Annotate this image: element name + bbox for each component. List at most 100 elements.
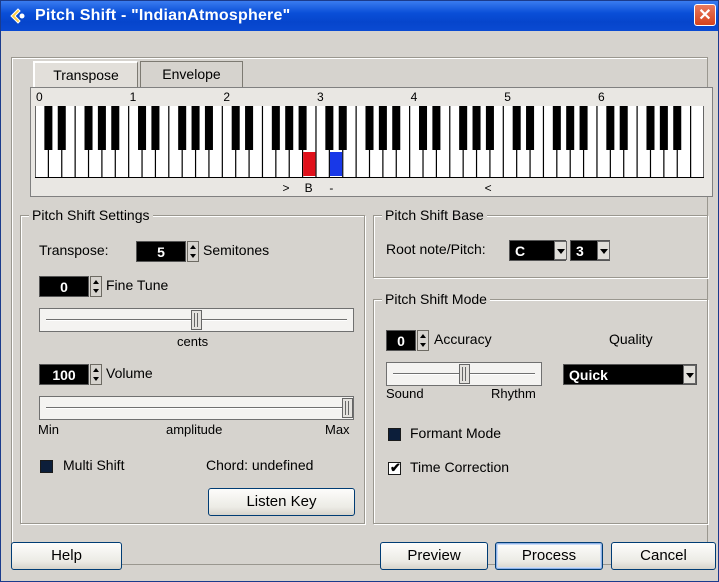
stepper-up-icon[interactable] (190, 245, 196, 249)
black-key[interactable] (97, 106, 106, 150)
stepper-up-icon[interactable] (93, 280, 99, 284)
black-key[interactable] (472, 106, 481, 150)
black-key[interactable] (378, 106, 387, 150)
root-octave-dropdown-icon[interactable] (597, 241, 610, 260)
quality-dropdown-icon[interactable] (683, 365, 696, 384)
black-key[interactable] (419, 106, 428, 150)
black-key[interactable] (392, 106, 401, 150)
volume-stepper[interactable] (90, 364, 102, 385)
black-key[interactable] (178, 106, 187, 150)
octave-label: 3 (317, 90, 324, 104)
stepper-down-icon[interactable] (190, 254, 196, 258)
black-key[interactable] (325, 106, 334, 150)
black-key[interactable] (285, 106, 294, 150)
white-key[interactable] (691, 106, 704, 177)
slider-track (46, 407, 347, 409)
black-key[interactable] (191, 106, 200, 150)
transpose-value-field[interactable]: 5 (136, 241, 186, 262)
octave-label: 4 (411, 90, 418, 104)
amplitude-max-label: Max (325, 422, 350, 437)
cents-slider[interactable] (39, 308, 354, 332)
quality-label: Quality (609, 331, 653, 347)
stepper-down-icon[interactable] (93, 289, 99, 293)
black-key[interactable] (271, 106, 280, 150)
quality-select[interactable]: Quick (563, 364, 697, 385)
rhythm-label: Rhythm (491, 386, 536, 401)
black-key[interactable] (459, 106, 468, 150)
black-key[interactable] (365, 106, 374, 150)
fine-tune-label: Fine Tune (106, 277, 169, 293)
pitch-shift-base-group: Pitch Shift Base Root note/Pitch: C 3 (373, 207, 708, 278)
stepper-down-icon[interactable] (420, 343, 426, 347)
black-key[interactable] (659, 106, 668, 150)
volume-label: Volume (106, 365, 153, 381)
window-title: Pitch Shift - "IndianAtmosphere" (35, 7, 291, 24)
listen-key-button[interactable]: Listen Key (208, 488, 355, 516)
black-key[interactable] (526, 106, 535, 150)
accuracy-stepper[interactable] (417, 330, 429, 351)
black-key[interactable] (432, 106, 441, 150)
accuracy-slider-thumb[interactable] (459, 364, 470, 384)
preview-button[interactable]: Preview (380, 542, 488, 570)
black-key[interactable] (231, 106, 240, 150)
pitch-shift-settings-group: Pitch Shift Settings Transpose: 5 Semito… (20, 207, 365, 524)
octave-label: 5 (504, 90, 511, 104)
black-key[interactable] (111, 106, 120, 150)
title-bar[interactable]: Pitch Shift - "IndianAtmosphere" ✕ (1, 1, 718, 31)
black-key[interactable] (552, 106, 561, 150)
stepper-up-icon[interactable] (93, 368, 99, 372)
root-note-dropdown-icon[interactable] (554, 241, 567, 260)
octave-label: 1 (130, 90, 137, 104)
black-key[interactable] (579, 106, 588, 150)
tab-envelope[interactable]: Envelope (140, 61, 243, 87)
key-marker: < (485, 181, 492, 195)
root-note-label: Root note/Pitch: (386, 241, 486, 257)
time-correction-checkbox[interactable]: ✔ (388, 460, 401, 475)
black-key[interactable] (485, 106, 494, 150)
accuracy-slider[interactable] (386, 362, 542, 386)
amplitude-slider[interactable] (39, 396, 354, 420)
stepper-up-icon[interactable] (420, 334, 426, 338)
fine-tune-stepper[interactable] (90, 276, 102, 297)
black-key[interactable] (619, 106, 628, 150)
volume-value-field[interactable]: 100 (39, 364, 89, 385)
formant-mode-checkbox[interactable] (388, 428, 401, 441)
sound-label: Sound (386, 386, 424, 401)
black-key[interactable] (298, 106, 307, 150)
piano-keyboard[interactable]: 0 1 2 3 4 5 6 > B - < (31, 88, 712, 196)
black-key[interactable] (44, 106, 53, 150)
black-key[interactable] (151, 106, 160, 150)
process-button[interactable]: Process (495, 542, 603, 570)
amplitude-slider-thumb[interactable] (342, 398, 353, 418)
black-key[interactable] (245, 106, 254, 150)
help-button[interactable]: Help (11, 542, 122, 570)
black-key[interactable] (204, 106, 213, 150)
black-key[interactable] (646, 106, 655, 150)
root-octave-value: 3 (576, 243, 584, 259)
time-correction-label: Time Correction (410, 459, 510, 475)
amplitude-label: amplitude (166, 422, 223, 437)
transpose-stepper[interactable] (187, 241, 199, 262)
black-key[interactable] (138, 106, 147, 150)
fine-tune-value-field[interactable]: 0 (39, 276, 89, 297)
cancel-label: Cancel (640, 547, 687, 564)
stepper-down-icon[interactable] (93, 377, 99, 381)
listen-key-label: Listen Key (246, 493, 317, 510)
black-key[interactable] (606, 106, 615, 150)
chord-status: Chord: undefined (206, 457, 314, 473)
tab-transpose[interactable]: Transpose (33, 61, 138, 87)
accuracy-value-field[interactable]: 0 (386, 330, 416, 351)
key-marker: - (329, 181, 333, 195)
black-key[interactable] (566, 106, 575, 150)
close-button[interactable]: ✕ (694, 4, 716, 26)
cents-slider-thumb[interactable] (191, 310, 202, 330)
pitch-shift-dialog: Pitch Shift - "IndianAtmosphere" ✕ Trans… (0, 0, 719, 582)
key-marker: B (305, 181, 313, 195)
black-key[interactable] (338, 106, 347, 150)
multi-shift-checkbox[interactable] (40, 460, 53, 473)
black-key[interactable] (57, 106, 66, 150)
cancel-button[interactable]: Cancel (611, 542, 716, 570)
black-key[interactable] (673, 106, 682, 150)
black-key[interactable] (512, 106, 521, 150)
black-key[interactable] (84, 106, 93, 150)
